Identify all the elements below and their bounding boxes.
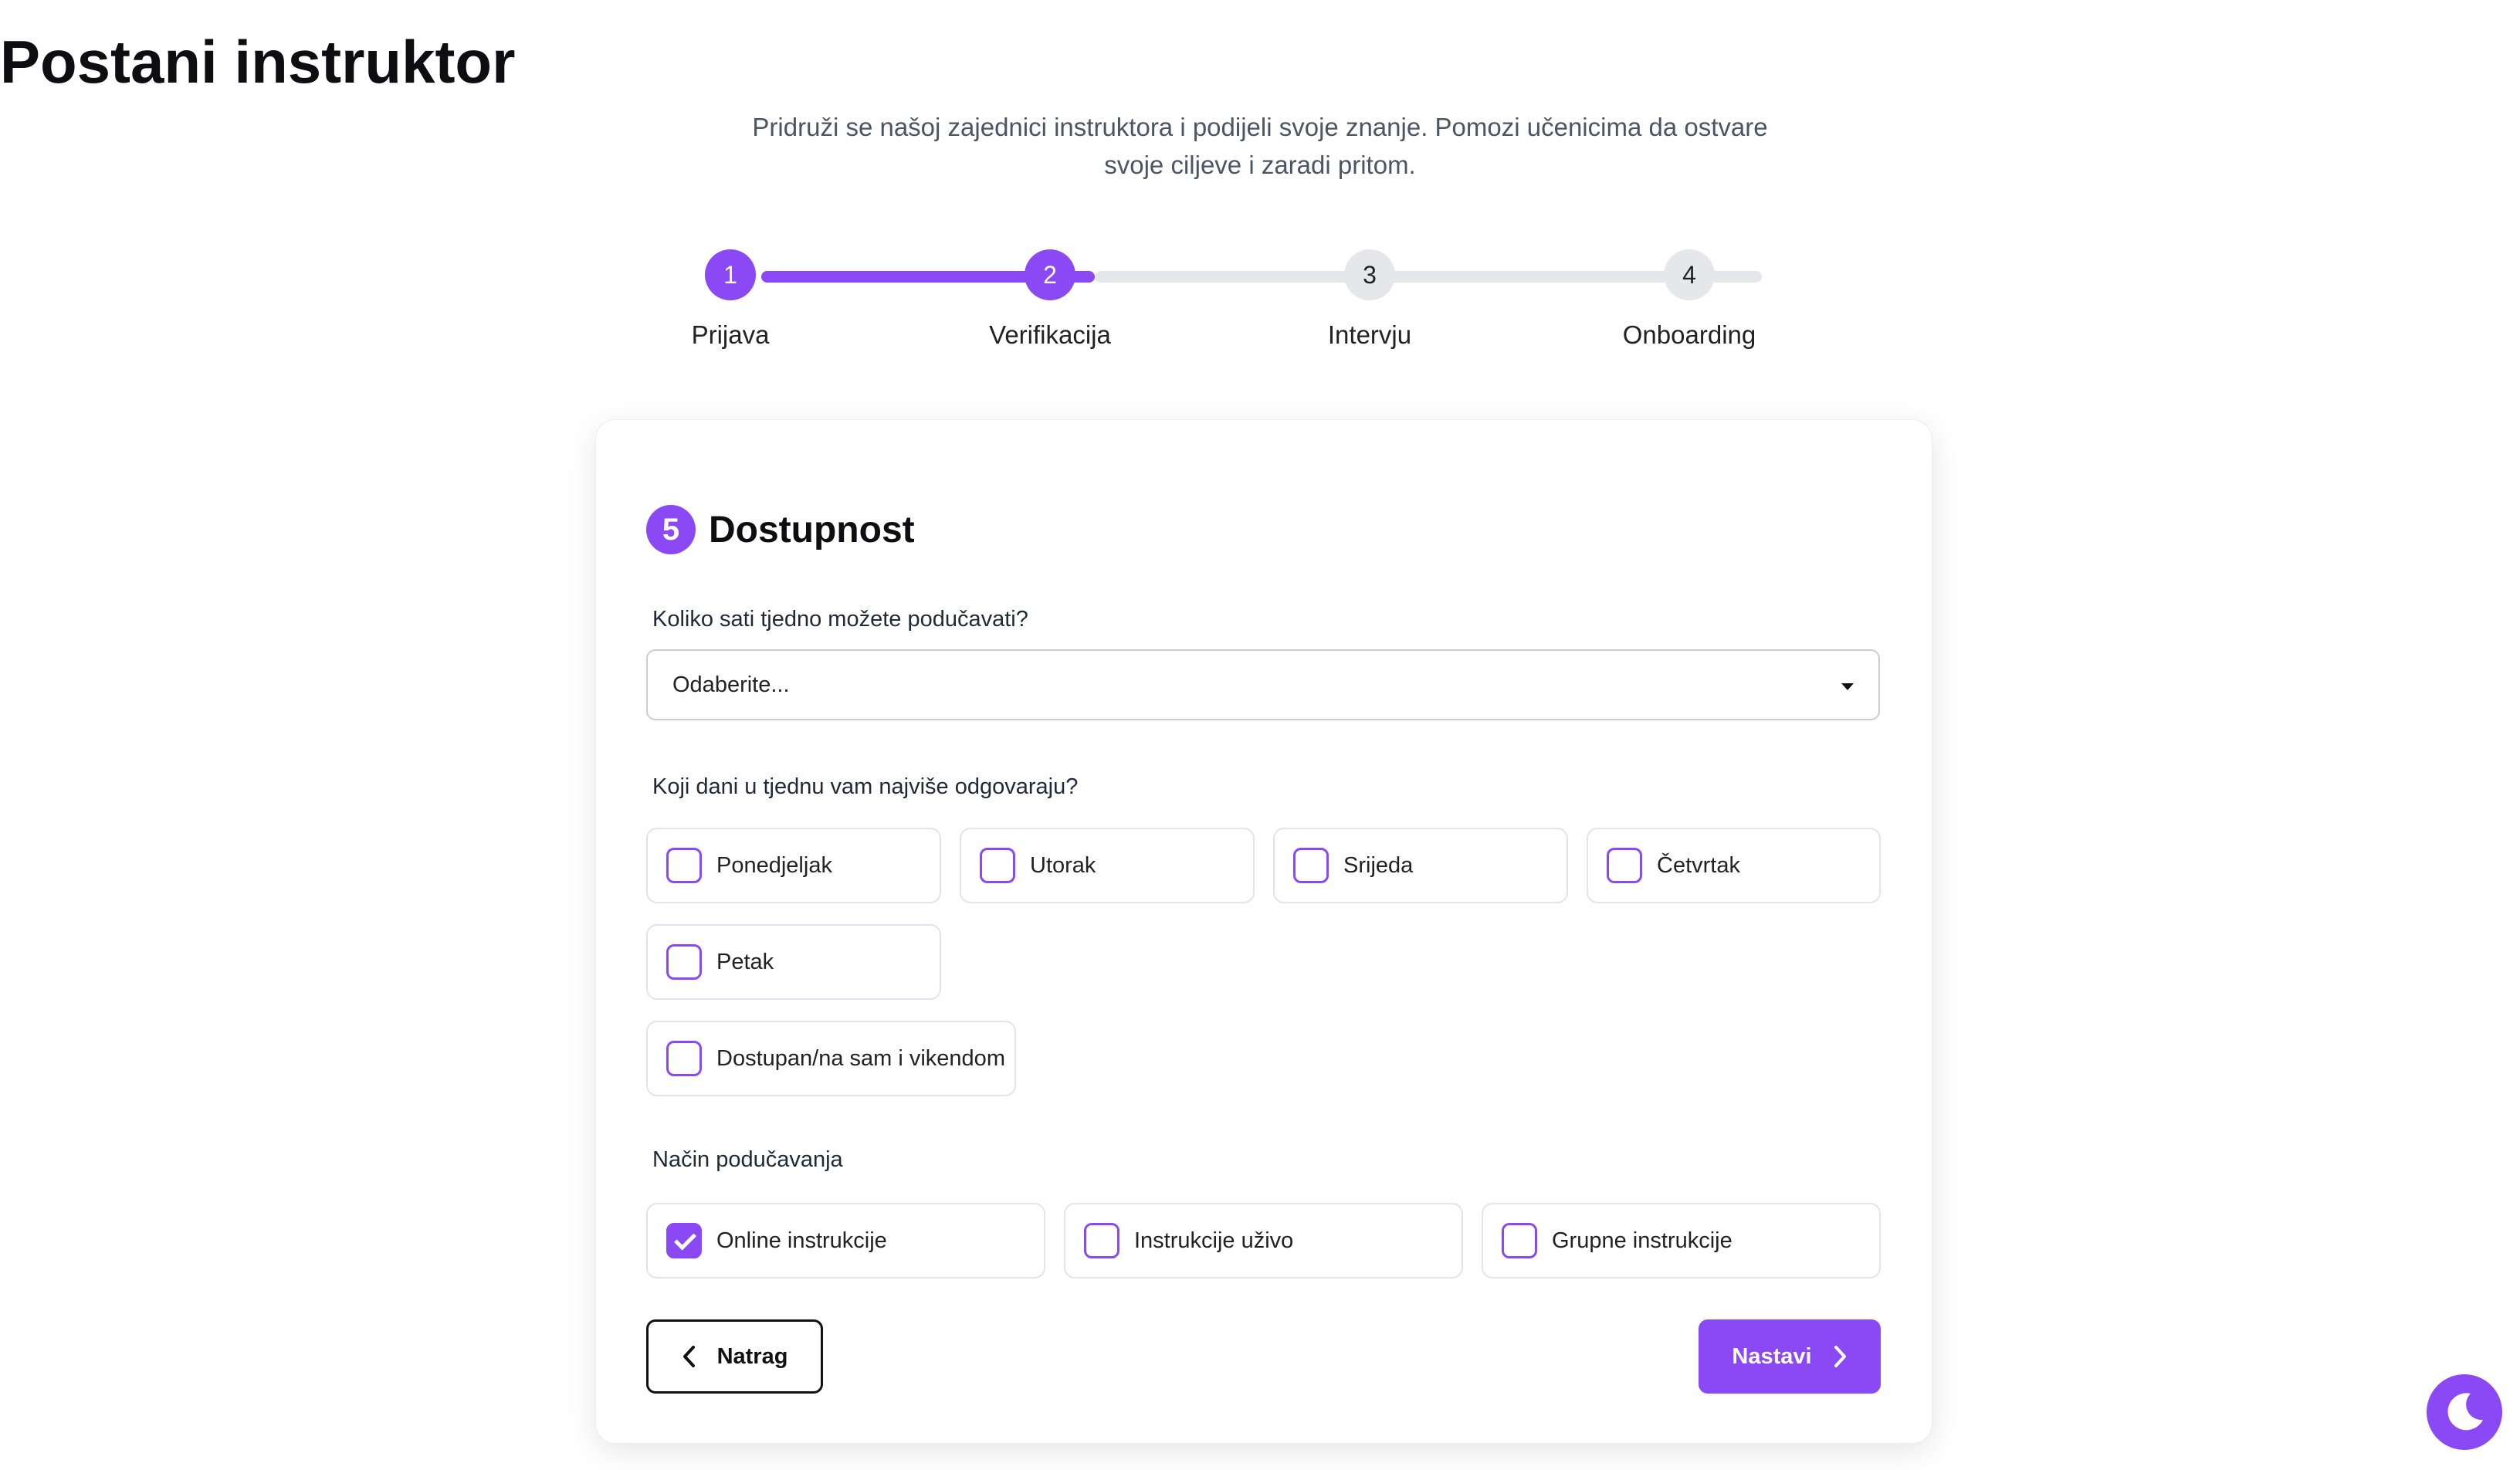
- weekend-option-label: Dostupan/na sam i vikendom: [716, 1045, 1005, 1071]
- progress-stepper: 1 2 3 4 Prijava Verifikacija Intervju On…: [0, 0, 2520, 371]
- day-option-wednesday[interactable]: Srijeda: [1273, 828, 1568, 903]
- stepper-remaining-line: [1095, 271, 1762, 283]
- step-3-circle: 3: [1344, 249, 1395, 300]
- day-option-label: Četvrtak: [1657, 852, 1740, 878]
- checkbox-icon[interactable]: [1607, 848, 1642, 883]
- checkbox-icon[interactable]: [1293, 848, 1329, 883]
- mode-option-online[interactable]: Online instrukcije: [646, 1203, 1045, 1279]
- mode-option-group[interactable]: Grupne instrukcije: [1482, 1203, 1881, 1279]
- teaching-mode-label: Način podučavanja: [652, 1147, 843, 1172]
- moon-icon: [2447, 1393, 2483, 1431]
- checkbox-icon[interactable]: [1084, 1223, 1119, 1258]
- day-option-label: Petak: [716, 949, 774, 974]
- day-option-label: Ponedjeljak: [716, 852, 832, 878]
- step-4-circle: 4: [1664, 249, 1715, 300]
- mode-option-label: Instrukcije uživo: [1134, 1228, 1294, 1253]
- step-1-circle: 1: [705, 249, 756, 300]
- day-option-monday[interactable]: Ponedjeljak: [646, 828, 941, 903]
- back-button[interactable]: Natrag: [646, 1319, 823, 1394]
- step-1-label: Prijava: [691, 320, 770, 349]
- step-4-label: Onboarding: [1622, 320, 1756, 349]
- step-2-circle: 2: [1025, 249, 1075, 300]
- step-2-label: Verifikacija: [989, 320, 1111, 349]
- weekend-option[interactable]: Dostupan/na sam i vikendom: [646, 1021, 1016, 1096]
- checkbox-icon[interactable]: [1502, 1223, 1537, 1258]
- day-option-label: Srijeda: [1343, 852, 1414, 878]
- day-option-label: Utorak: [1030, 852, 1096, 878]
- hours-per-week-select[interactable]: Odaberite...: [646, 649, 1880, 720]
- availability-card: 5 Dostupnost Koliko sati tjedno možete p…: [595, 419, 1932, 1444]
- continue-button-label: Nastavi: [1732, 1343, 1812, 1369]
- continue-button[interactable]: Nastavi: [1699, 1319, 1881, 1394]
- section-number-badge: 5: [646, 505, 696, 554]
- theme-toggle-button[interactable]: [2427, 1374, 2502, 1450]
- days-question-label: Koji dani u tjednu vam najviše odgovaraj…: [652, 774, 1079, 799]
- mode-option-label: Grupne instrukcije: [1552, 1228, 1732, 1253]
- chevron-left-icon: [682, 1346, 695, 1367]
- checkbox-icon[interactable]: [980, 848, 1015, 883]
- section-header: 5 Dostupnost: [646, 505, 915, 554]
- chevron-down-icon: [1841, 683, 1854, 690]
- hours-question-label: Koliko sati tjedno možete podučavati?: [652, 607, 1028, 632]
- day-option-tuesday[interactable]: Utorak: [960, 828, 1255, 903]
- checkbox-icon[interactable]: [666, 1041, 702, 1076]
- back-button-label: Natrag: [716, 1343, 788, 1369]
- day-option-friday[interactable]: Petak: [646, 924, 941, 1000]
- section-title: Dostupnost: [709, 509, 915, 550]
- mode-option-in-person[interactable]: Instrukcije uživo: [1064, 1203, 1463, 1279]
- select-value: Odaberite...: [672, 672, 790, 697]
- step-3-label: Intervju: [1327, 320, 1412, 349]
- day-option-thursday[interactable]: Četvrtak: [1587, 828, 1881, 903]
- checkbox-icon[interactable]: [666, 944, 702, 980]
- chevron-right-icon: [1834, 1346, 1846, 1367]
- mode-option-label: Online instrukcije: [716, 1228, 887, 1253]
- checkbox-checked-icon[interactable]: [666, 1223, 702, 1258]
- checkbox-icon[interactable]: [666, 848, 702, 883]
